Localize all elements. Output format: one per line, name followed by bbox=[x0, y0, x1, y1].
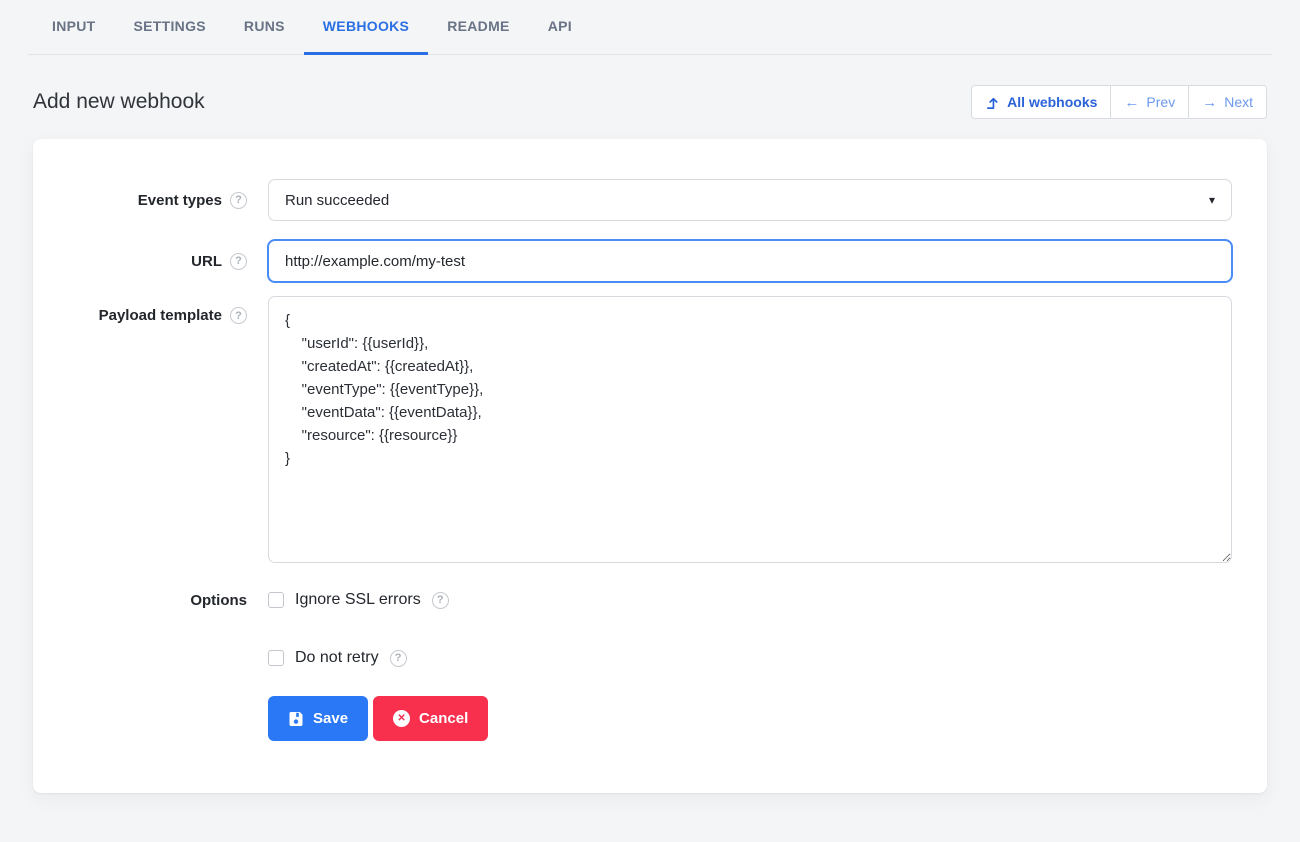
help-icon[interactable]: ? bbox=[432, 592, 449, 609]
all-webhooks-label: All webhooks bbox=[1007, 94, 1097, 110]
url-label-cell: URL ? bbox=[33, 253, 247, 270]
options-label: Options bbox=[190, 592, 247, 609]
event-types-selected-value: Run succeeded bbox=[285, 192, 389, 209]
payload-template-label: Payload template bbox=[99, 307, 222, 324]
do-not-retry-checkbox-line: Do not retry ? bbox=[268, 649, 1232, 667]
cancel-x-glyph: ✕ bbox=[397, 713, 405, 724]
event-types-select[interactable]: Run succeeded ▾ bbox=[268, 179, 1232, 221]
url-input[interactable] bbox=[268, 240, 1232, 282]
tab-runs[interactable]: RUNS bbox=[225, 0, 304, 55]
tab-input[interactable]: INPUT bbox=[33, 0, 115, 55]
tab-readme[interactable]: README bbox=[428, 0, 528, 55]
tab-api[interactable]: API bbox=[529, 0, 591, 55]
options-label-cell: Options bbox=[33, 592, 247, 609]
cancel-label: Cancel bbox=[419, 710, 468, 727]
do-not-retry-label[interactable]: Do not retry bbox=[295, 649, 379, 667]
floppy-save-icon bbox=[288, 711, 304, 727]
ignore-ssl-checkbox-line: Ignore SSL errors ? bbox=[268, 591, 1232, 609]
payload-template-textarea[interactable]: { "userId": {{userId}}, "createdAt": {{c… bbox=[268, 296, 1232, 563]
save-button[interactable]: Save bbox=[268, 696, 368, 741]
ignore-ssl-label[interactable]: Ignore SSL errors bbox=[295, 591, 421, 609]
prev-button[interactable]: ← Prev bbox=[1110, 86, 1188, 118]
next-label: Next bbox=[1224, 94, 1253, 110]
do-not-retry-row: Do not retry ? bbox=[33, 649, 1232, 667]
cancel-button[interactable]: ✕ Cancel bbox=[373, 696, 488, 741]
url-label: URL bbox=[191, 253, 222, 270]
tab-bar: INPUT SETTINGS RUNS WEBHOOKS README API bbox=[0, 0, 1300, 55]
page-header: Add new webhook All webhooks ← Prev → Ne… bbox=[33, 85, 1267, 119]
page-title: Add new webhook bbox=[33, 90, 205, 114]
prev-label: Prev bbox=[1146, 94, 1175, 110]
url-row: URL ? bbox=[33, 240, 1232, 282]
actions-row: Save ✕ Cancel bbox=[33, 696, 1232, 741]
help-icon[interactable]: ? bbox=[230, 192, 247, 209]
help-icon[interactable]: ? bbox=[230, 307, 247, 324]
tab-settings[interactable]: SETTINGS bbox=[115, 0, 225, 55]
ignore-ssl-row: Options Ignore SSL errors ? bbox=[33, 591, 1232, 609]
webhook-form-card: Event types ? Run succeeded ▾ URL ? Payl… bbox=[33, 139, 1267, 793]
help-icon[interactable]: ? bbox=[230, 253, 247, 270]
next-button[interactable]: → Next bbox=[1188, 86, 1266, 118]
arrow-up-from-line-icon bbox=[985, 95, 1000, 110]
do-not-retry-checkbox[interactable] bbox=[268, 650, 284, 666]
all-webhooks-button[interactable]: All webhooks bbox=[972, 86, 1110, 118]
arrow-left-icon: ← bbox=[1124, 95, 1139, 110]
tab-webhooks[interactable]: WEBHOOKS bbox=[304, 0, 428, 55]
webhook-nav-button-group: All webhooks ← Prev → Next bbox=[971, 85, 1267, 119]
event-types-row: Event types ? Run succeeded ▾ bbox=[33, 179, 1232, 221]
payload-template-row: Payload template ? { "userId": {{userId}… bbox=[33, 296, 1232, 563]
event-types-label: Event types bbox=[138, 192, 222, 209]
event-types-label-cell: Event types ? bbox=[33, 192, 247, 209]
save-label: Save bbox=[313, 710, 348, 727]
help-icon[interactable]: ? bbox=[390, 650, 407, 667]
payload-template-label-cell: Payload template ? bbox=[33, 296, 247, 324]
caret-down-icon: ▾ bbox=[1209, 194, 1215, 206]
cancel-x-icon: ✕ bbox=[393, 710, 410, 727]
form-actions: Save ✕ Cancel bbox=[268, 696, 1232, 741]
ignore-ssl-checkbox[interactable] bbox=[268, 592, 284, 608]
arrow-right-icon: → bbox=[1202, 95, 1217, 110]
